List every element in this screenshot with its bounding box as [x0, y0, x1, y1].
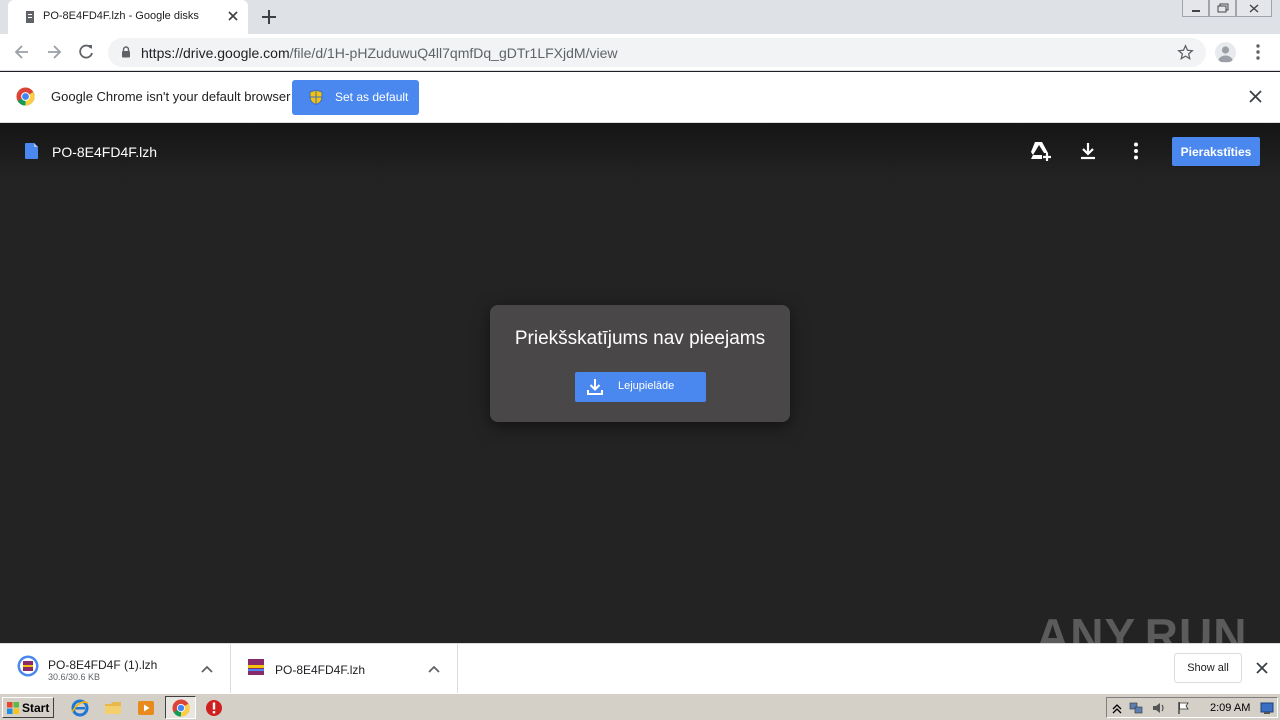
windows-taskbar: Start 2:09 AM	[0, 693, 1280, 720]
browser-toolbar: https://drive.google.com/file/d/1H-pHZud…	[0, 34, 1280, 71]
chrome-taskbar-icon	[172, 699, 190, 717]
set-as-default-label: Set as default	[335, 90, 409, 104]
start-button[interactable]: Start	[2, 697, 54, 718]
restore-icon	[1217, 3, 1228, 13]
person-icon	[1218, 46, 1233, 62]
download-button-icon	[587, 379, 603, 395]
sign-in-label: Pierakstīties	[1180, 145, 1252, 159]
download-shelf-close-icon[interactable]	[1255, 661, 1269, 675]
chrome-menu-icon[interactable]	[1252, 42, 1264, 62]
chevron-up-icon[interactable]	[428, 665, 440, 673]
forward-icon[interactable]	[44, 42, 64, 62]
infobar-message: Google Chrome isn't your default browser	[51, 89, 291, 104]
download-item-name: PO-8E4FD4F.lzh	[275, 663, 366, 677]
browser-tab[interactable]: PO-8E4FD4F.lzh - Google disks	[8, 0, 248, 34]
download-item-name: PO-8E4FD4F (1).lzh	[48, 658, 158, 672]
network-icon[interactable]	[1129, 701, 1143, 715]
chrome-logo-icon	[16, 87, 35, 106]
show-desktop-icon[interactable]	[1260, 701, 1274, 715]
lock-icon[interactable]	[121, 46, 131, 58]
system-tray: 2:09 AM	[1106, 697, 1278, 718]
tray-expand-icon[interactable]	[1110, 701, 1124, 715]
uac-shield-icon	[309, 89, 323, 105]
reload-icon[interactable]	[76, 42, 96, 62]
back-icon[interactable]	[12, 42, 32, 62]
internet-explorer-icon[interactable]	[71, 699, 89, 717]
address-bar[interactable]: https://drive.google.com/file/d/1H-pHZud…	[108, 38, 1206, 67]
url-host: https://drive.google.com	[141, 45, 290, 61]
download-shelf: PO-8E4FD4F (1).lzh 30.6/30.6 KB PO-8E4FD…	[0, 643, 1280, 694]
archive-file-icon	[17, 655, 39, 677]
sign-in-button[interactable]: Pierakstīties	[1172, 137, 1260, 166]
download-item-size: 30.6/30.6 KB	[48, 672, 101, 682]
download-item[interactable]: PO-8E4FD4F.lzh	[231, 644, 458, 694]
minimize-icon	[1191, 10, 1200, 12]
download-button[interactable]: Lejupielāde	[575, 372, 706, 402]
chevron-up-icon[interactable]	[201, 665, 213, 673]
download-icon[interactable]	[1078, 141, 1098, 161]
url-text: https://drive.google.com/file/d/1H-pHZud…	[141, 45, 617, 61]
action-center-flag-icon[interactable]	[1177, 701, 1191, 715]
viewer-file-name: PO-8E4FD4F.lzh	[52, 144, 158, 160]
show-all-label: Show all	[1187, 662, 1229, 674]
add-to-drive-icon[interactable]	[1028, 140, 1052, 162]
tab-strip: PO-8E4FD4F.lzh - Google disks	[0, 0, 1280, 34]
taskbar-clock: 2:09 AM	[1210, 702, 1251, 714]
document-icon	[25, 143, 38, 159]
tab-close-icon[interactable]	[225, 8, 241, 24]
url-path: /file/d/1H-pHZuduwuQ4ll7qmfDq_gDTr1LFXjd…	[289, 45, 618, 61]
drive-file-viewer: PO-8E4FD4F.lzh Pierakstīties Priekšskatī…	[0, 123, 1280, 643]
minimize-button[interactable]	[1182, 0, 1209, 17]
window-controls	[1182, 0, 1272, 18]
start-label: Start	[22, 701, 50, 715]
default-browser-infobar: Google Chrome isn't your default browser…	[0, 72, 1280, 123]
no-preview-title: Priekšskatījums nav pieejams	[514, 328, 766, 349]
download-item[interactable]: PO-8E4FD4F (1).lzh 30.6/30.6 KB	[0, 644, 231, 694]
file-explorer-icon[interactable]	[104, 699, 122, 717]
volume-icon[interactable]	[1152, 701, 1166, 715]
window-close-button[interactable]	[1236, 0, 1272, 17]
chrome-taskbar-button[interactable]	[165, 696, 196, 719]
no-preview-dialog: Priekšskatījums nav pieejams Lejupielāde	[490, 305, 790, 422]
infobar-close-icon[interactable]	[1248, 89, 1263, 104]
download-button-label: Lejupielāde	[618, 380, 675, 392]
restore-button[interactable]	[1209, 0, 1236, 17]
new-tab-icon[interactable]	[260, 8, 278, 26]
drive-file-favicon-icon	[26, 11, 34, 23]
stop-sign-icon[interactable]	[205, 699, 223, 717]
windows-logo-icon	[7, 702, 19, 714]
tab-title: PO-8E4FD4F.lzh - Google disks	[43, 10, 199, 22]
window-close-icon	[1249, 3, 1259, 13]
profile-avatar[interactable]	[1215, 42, 1236, 63]
more-actions-icon[interactable]	[1130, 141, 1142, 161]
show-all-downloads-button[interactable]: Show all	[1174, 653, 1242, 683]
media-player-icon[interactable]	[137, 699, 155, 717]
bookmark-star-icon[interactable]	[1177, 44, 1194, 61]
archive-file-icon	[248, 659, 264, 675]
set-as-default-button[interactable]: Set as default	[292, 80, 419, 115]
